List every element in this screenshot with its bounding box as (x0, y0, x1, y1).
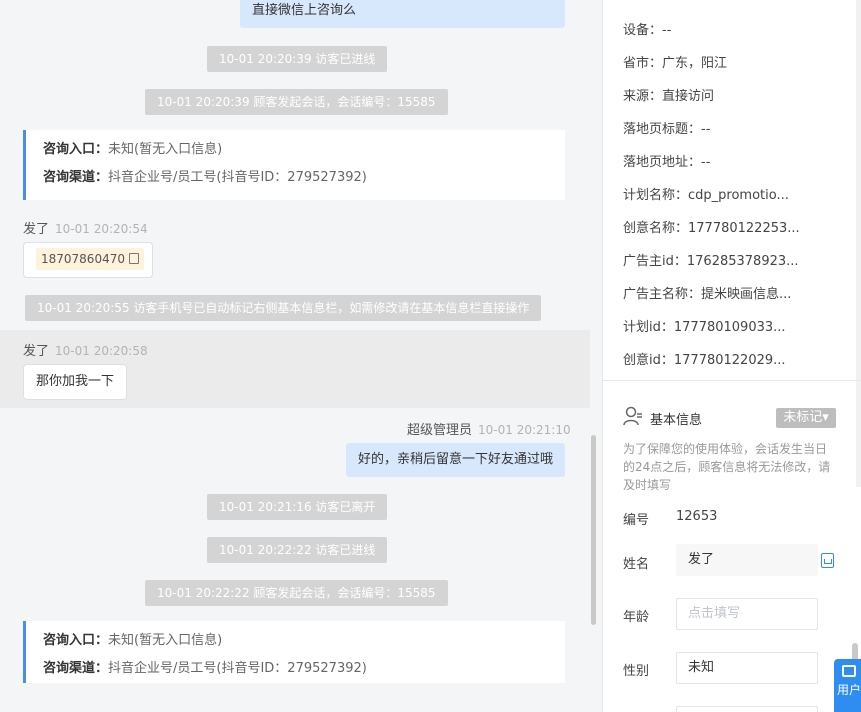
detail-value: 提米映画信息... (701, 287, 792, 302)
detail-value: 177780122253... (688, 221, 800, 236)
edit-notice: 为了保障您的使用体验，会话发生当日的24点之后，顾客信息将无法修改，请及时填写 (623, 442, 831, 492)
channel-value: 抖音企业号/员工号(抖音号ID：279527392) (108, 661, 367, 676)
name-value: 发了 (688, 552, 715, 567)
gender-value: 未知 (688, 660, 715, 675)
entry-label: 咨询入口： (43, 633, 109, 648)
detail-label: 设备： (623, 23, 663, 38)
gender-select[interactable]: 未知 (676, 652, 818, 684)
chat-scrollbar[interactable] (591, 435, 596, 625)
copy-icon[interactable] (821, 553, 834, 568)
gender-label: 性别 (623, 664, 650, 679)
consult-channel-row: 咨询渠道：抖音企业号/员工号(抖音号ID：279527392) (43, 660, 565, 688)
customer-info-panel: 设备：-- 省市：广东，阳江 来源：直接访问 落地页标题：-- 落地页地址：--… (603, 0, 861, 712)
chat-icon (842, 665, 856, 677)
visitor-message-bubble: 那你加我一下 (23, 364, 128, 400)
channel-value: 抖音企业号/员工号(抖音号ID：279527392) (108, 170, 367, 185)
phone-number: 18707860470 (41, 252, 125, 266)
chat-panel: 直接微信上咨询么 10-01 20:20:39 访客已进线 10-01 20:2… (0, 0, 602, 712)
detail-label: 落地页地址： (623, 155, 702, 170)
channel-label: 咨询渠道： (43, 170, 109, 185)
detail-value: 177780109033... (673, 320, 786, 335)
sender-name: 发了 (23, 344, 50, 359)
age-input[interactable] (688, 606, 808, 621)
basic-info-title: 基本信息 (650, 413, 703, 428)
detail-label: 计划id： (623, 320, 674, 335)
age-label: 年龄 (623, 610, 650, 625)
detail-province-city: 省市：广东，阳江 (623, 52, 727, 71)
consult-channel-row: 咨询渠道：抖音企业号/员工号(抖音号ID：279527392) (43, 169, 565, 197)
next-field[interactable] (676, 706, 818, 712)
user-icon (623, 406, 642, 426)
detail-landing-url: 落地页地址：-- (623, 151, 710, 170)
detail-value: 广东，阳江 (662, 56, 728, 71)
agent-sender: 超级管理员 10-01 20:21:10 (407, 419, 571, 438)
mark-dropdown[interactable]: 未标记▾ (776, 408, 836, 428)
consult-entry-row: 咨询入口：未知(暂无入口信息) (43, 141, 565, 169)
visitor-sender: 发了 10-01 20:20:58 (23, 340, 148, 359)
sender-name: 超级管理员 (407, 423, 473, 438)
detail-value: -- (662, 23, 672, 38)
consult-info-card: 咨询入口：未知(暂无入口信息) 咨询渠道：抖音企业号/员工号(抖音号ID：279… (23, 130, 565, 200)
name-label: 姓名 (623, 557, 650, 572)
detail-label: 广告主id： (623, 254, 687, 269)
detail-plan-name: 计划名称：cdp_promotio... (623, 184, 789, 203)
system-message: 10-01 20:22:22 访客已进线 (207, 537, 388, 563)
floating-service-button[interactable]: 用户 (834, 659, 861, 712)
detail-label: 创意名称： (623, 221, 689, 236)
entry-value: 未知(暂无入口信息) (108, 633, 223, 648)
detail-advertiser-id: 广告主id：176285378923... (623, 250, 799, 269)
name-field[interactable]: 发了 (676, 544, 818, 576)
float-label: 用户 (836, 683, 861, 697)
copy-icon[interactable] (128, 253, 139, 264)
agent-message-bubble: 好的，亲稍后留意一下好友通过哦 (346, 443, 566, 477)
message-text: 直接微信上咨询么 (252, 3, 357, 18)
channel-label: 咨询渠道： (43, 661, 109, 676)
message-time: 10-01 20:20:54 (55, 222, 148, 236)
detail-device: 设备：-- (623, 19, 671, 38)
detail-label: 计划名称： (623, 188, 689, 203)
detail-creative-id: 创意id：177780122029... (623, 349, 786, 368)
visitor-sender: 发了 10-01 20:20:54 (23, 218, 148, 237)
message-text: 好的，亲稍后留意一下好友通过哦 (358, 452, 554, 467)
sender-name: 发了 (23, 222, 50, 237)
detail-value: -- (701, 155, 711, 170)
detail-value: 直接访问 (662, 89, 715, 104)
detail-landing-title: 落地页标题：-- (623, 118, 710, 137)
detail-label: 广告主名称： (623, 287, 702, 302)
system-message: 10-01 20:21:16 访客已离开 (207, 494, 388, 520)
visitor-message-bubble: 18707860470 (23, 242, 153, 278)
system-message: 10-01 20:20:39 顾客发起会话，会话编号：15585 (145, 89, 448, 115)
detail-plan-id: 计划id：177780109033... (623, 316, 786, 335)
section-divider (603, 380, 861, 381)
system-message: 10-01 20:20:39 访客已进线 (207, 46, 388, 72)
detail-label: 来源： (623, 89, 663, 104)
system-message: 10-01 20:20:55 访客手机号已自动标记右侧基本信息栏，如需修改请在基… (25, 295, 542, 321)
id-label: 编号 (623, 513, 650, 528)
phone-chip[interactable]: 18707860470 (36, 248, 144, 270)
detail-source: 来源：直接访问 (623, 85, 714, 104)
message-time: 10-01 20:21:10 (478, 423, 571, 437)
message-time: 10-01 20:20:58 (55, 344, 148, 358)
details-scroll-track[interactable] (856, 0, 861, 487)
age-field[interactable] (676, 598, 818, 630)
detail-label: 创意id： (623, 353, 674, 368)
system-message: 10-01 20:22:22 顾客发起会话，会话编号：15585 (145, 580, 448, 606)
agent-message-bubble: 直接微信上咨询么 (240, 0, 565, 28)
consult-entry-row: 咨询入口：未知(暂无入口信息) (43, 632, 565, 660)
detail-value: cdp_promotio... (688, 188, 789, 203)
detail-value: -- (701, 122, 711, 137)
message-text: 那你加我一下 (36, 374, 115, 389)
consult-info-card: 咨询入口：未知(暂无入口信息) 咨询渠道：抖音企业号/员工号(抖音号ID：279… (23, 621, 565, 683)
entry-label: 咨询入口： (43, 142, 109, 157)
detail-advertiser-name: 广告主名称：提米映画信息... (623, 283, 791, 302)
detail-label: 省市： (623, 56, 663, 71)
detail-value: 176285378923... (686, 254, 799, 269)
detail-label: 落地页标题： (623, 122, 702, 137)
entry-value: 未知(暂无入口信息) (108, 142, 223, 157)
detail-creative-name: 创意名称：177780122253... (623, 217, 800, 236)
id-value: 12653 (676, 509, 718, 524)
detail-value: 177780122029... (673, 353, 786, 368)
